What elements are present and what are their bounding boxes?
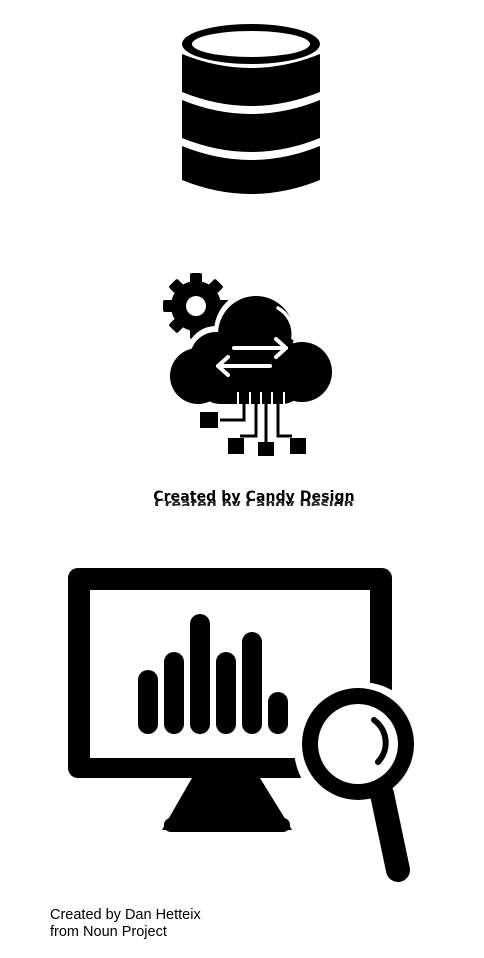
- monitor-analytics-icon: [68, 568, 426, 882]
- database-icon: [182, 24, 320, 194]
- icon-credit-overlap: Created by Candy Design: [0, 500, 484, 506]
- credit-line-author: Created by Dan Hetteix: [50, 907, 201, 923]
- credit-line-source: from Noun Project: [50, 924, 167, 940]
- icon-credit-dan-hetteix: Created by Dan Hetteix from Noun Project: [50, 907, 201, 941]
- cloud-data-transfer-icon: [163, 273, 332, 456]
